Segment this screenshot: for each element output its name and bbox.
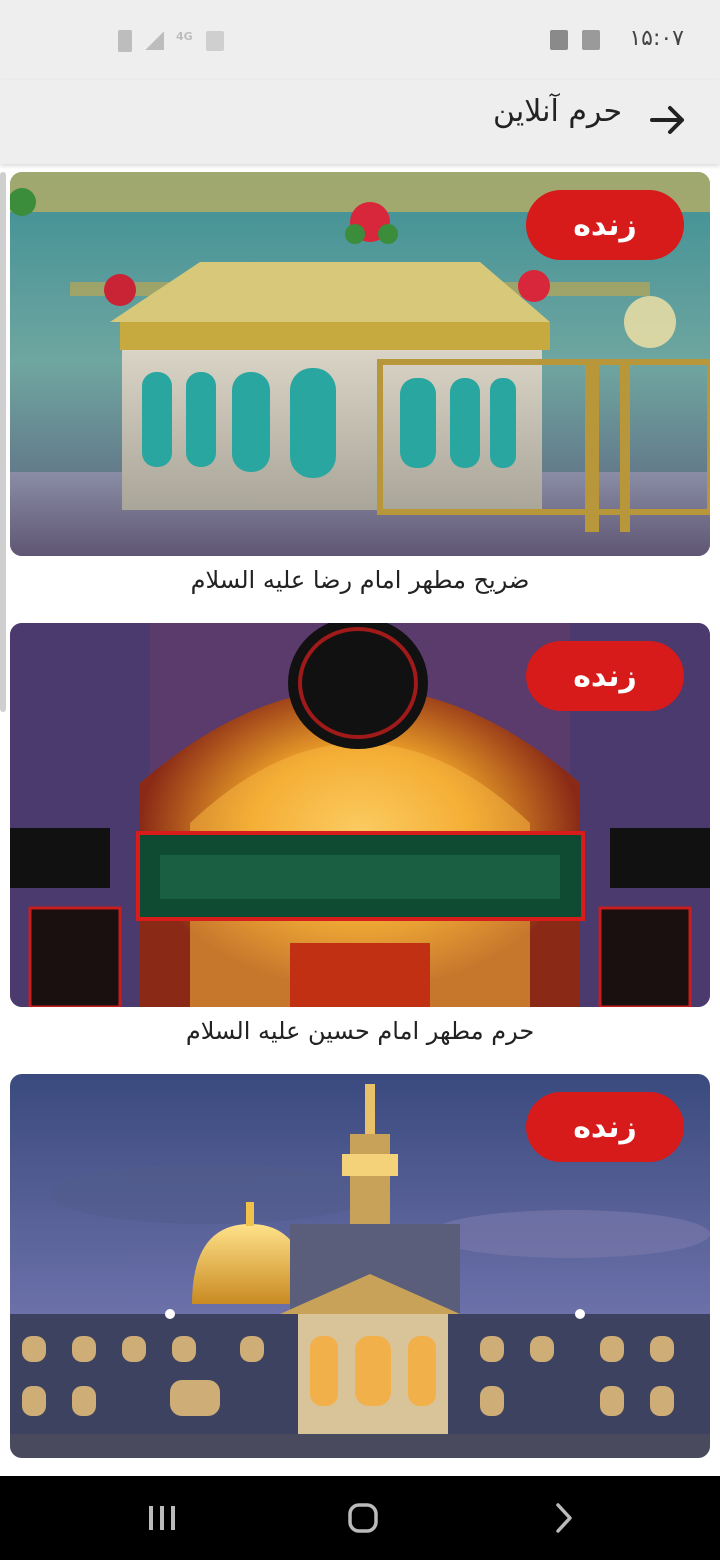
live-badge: زنده <box>526 190 684 260</box>
page-title: حرم آنلاین <box>493 94 622 129</box>
card-title: ضریح مطهر امام رضا علیه السلام <box>190 566 530 594</box>
system-nav-bar <box>0 1476 720 1560</box>
home-button[interactable] <box>333 1496 393 1540</box>
shrine-card[interactable]: زنده حرم مطهر امام حسین علیه السلام <box>10 623 710 1045</box>
shrine-image[interactable]: زنده <box>10 1074 710 1458</box>
image-notification-icon <box>550 30 568 50</box>
card-title: حرم مطهر امام حسین علیه السلام <box>185 1017 535 1045</box>
check-notification-icon <box>582 30 600 50</box>
status-icons-right <box>550 30 600 50</box>
scrollbar[interactable] <box>0 172 6 712</box>
arrow-right-icon <box>650 106 684 134</box>
shrine-image[interactable]: زنده <box>10 172 710 556</box>
live-badge: زنده <box>526 1092 684 1162</box>
status-time: ۱۵:۰۷ <box>629 26 684 51</box>
network-4g-icon: 4G <box>176 30 193 43</box>
status-icons-left: 4G <box>118 30 224 52</box>
signal-icon <box>144 32 164 50</box>
back-button[interactable] <box>642 94 694 146</box>
battery-icon <box>118 30 132 52</box>
shrine-card[interactable]: زنده <box>10 1074 710 1468</box>
recent-apps-button[interactable] <box>132 1496 192 1540</box>
sim-icon <box>206 31 224 51</box>
shrine-card[interactable]: زنده ضریح مطهر امام رضا علیه السلام <box>10 172 710 594</box>
back-icon <box>556 1503 572 1533</box>
home-icon <box>348 1503 378 1533</box>
app-bar: حرم آنلاین <box>0 80 720 164</box>
shrine-image[interactable]: زنده <box>10 623 710 1007</box>
nav-back-button[interactable] <box>534 1496 594 1540</box>
status-bar: 4G ۱۵:۰۷ <box>0 0 720 80</box>
content-list[interactable]: زنده ضریح مطهر امام رضا علیه السلام زنده… <box>0 164 720 1476</box>
live-badge: زنده <box>526 641 684 711</box>
recent-apps-icon <box>149 1506 175 1530</box>
